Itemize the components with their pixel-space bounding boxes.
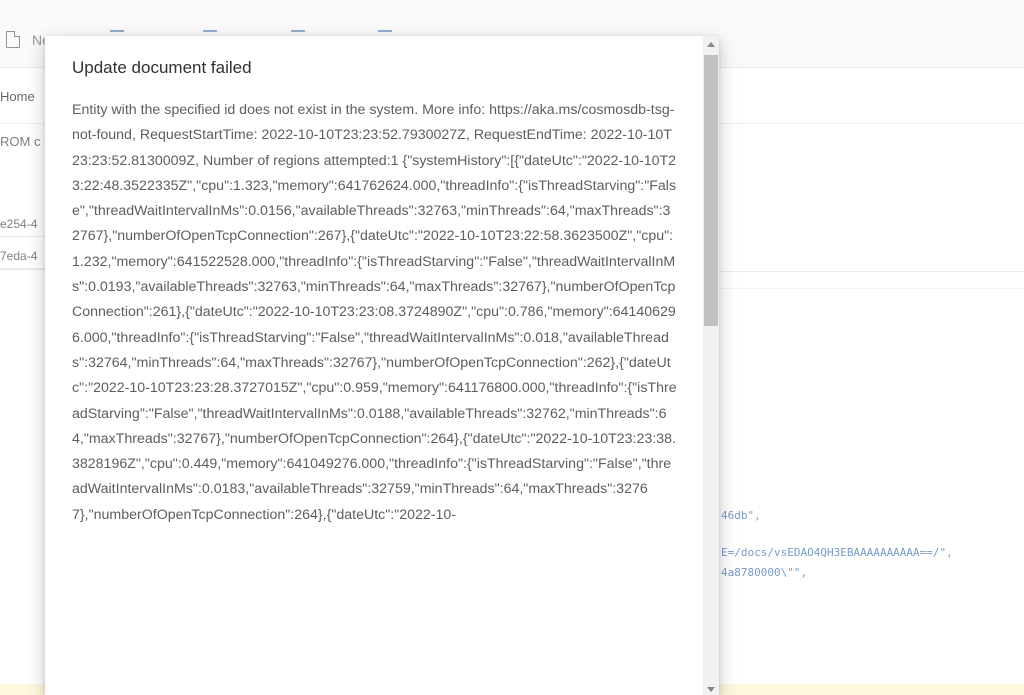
error-dialog: Update document failed Entity with the s… [45, 36, 719, 695]
scroll-up-icon[interactable] [707, 42, 715, 47]
scroll-down-icon[interactable] [707, 687, 715, 692]
dialog-title: Update document failed [72, 58, 252, 77]
error-message: Entity with the specified id does not ex… [72, 102, 677, 523]
dialog-scrollbar[interactable] [703, 36, 719, 695]
scroll-thumb[interactable] [704, 55, 718, 326]
dialog-content: Update document failed Entity with the s… [45, 36, 701, 695]
